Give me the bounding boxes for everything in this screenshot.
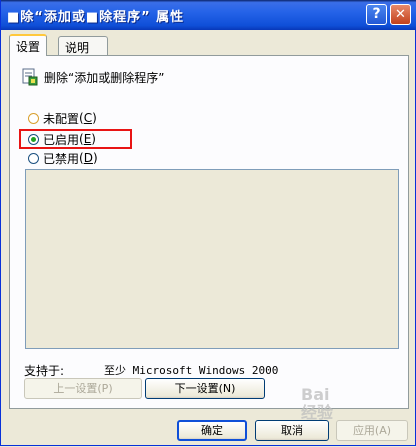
policy-name: 删除“添加或删除程序” bbox=[44, 70, 165, 85]
radio-enabled[interactable]: 已启用 (E) bbox=[28, 131, 96, 147]
radio-circle[interactable] bbox=[28, 112, 39, 124]
properties-dialog: ■除“添加或■除程序” 属性 ? ✕ 设置 说明 删除“添加或删除程序” 未配置… bbox=[0, 0, 416, 446]
close-button[interactable]: ✕ bbox=[390, 4, 411, 25]
policy-setting-icon bbox=[22, 68, 38, 86]
radio-not-configured[interactable]: 未配置 (C) bbox=[28, 110, 97, 126]
radio-accel: E bbox=[83, 132, 92, 146]
tab-explain[interactable]: 说明 bbox=[58, 36, 108, 56]
radio-label: 已禁用 bbox=[43, 151, 80, 166]
radio-accel-close: ) bbox=[92, 151, 98, 165]
close-icon: ✕ bbox=[395, 7, 406, 22]
previous-setting-button[interactable]: 上一设置(P) bbox=[24, 378, 142, 399]
radio-label: 未配置 bbox=[43, 111, 80, 126]
radio-disabled[interactable]: 已禁用 (D) bbox=[28, 150, 98, 166]
title-bar[interactable]: ■除“添加或■除程序” 属性 ? ✕ bbox=[1, 0, 416, 30]
radio-accel: C bbox=[83, 111, 93, 125]
help-icon: ? bbox=[372, 6, 381, 22]
radio-circle[interactable] bbox=[28, 152, 39, 164]
tab-settings[interactable]: 设置 bbox=[9, 34, 48, 56]
settings-panel: 删除“添加或删除程序” 未配置 (C) 已启用 (E) 已禁用 (D) 支持于:… bbox=[9, 55, 409, 409]
window-title: ■除“添加或■除程序” 属性 bbox=[7, 10, 185, 25]
support-value: 至少 Microsoft Windows 2000 bbox=[104, 364, 279, 377]
policy-header: 删除“添加或删除程序” bbox=[22, 68, 164, 86]
radio-label: 已启用 bbox=[43, 132, 80, 147]
apply-button[interactable]: 应用(A) bbox=[336, 420, 408, 441]
comment-box bbox=[25, 169, 399, 349]
radio-accel: D bbox=[83, 151, 93, 165]
radio-accel-close: ) bbox=[91, 132, 96, 146]
radio-circle[interactable] bbox=[28, 133, 39, 145]
radio-accel-close: ) bbox=[92, 111, 97, 125]
help-button[interactable]: ? bbox=[366, 4, 387, 25]
ok-button[interactable]: 确定 bbox=[177, 420, 247, 441]
next-setting-button[interactable]: 下一设置(N) bbox=[145, 378, 265, 399]
support-label: 支持于: bbox=[24, 364, 65, 378]
cancel-button[interactable]: 取消 bbox=[255, 420, 329, 441]
supported-on: 支持于: 至少 Microsoft Windows 2000 bbox=[24, 362, 278, 379]
